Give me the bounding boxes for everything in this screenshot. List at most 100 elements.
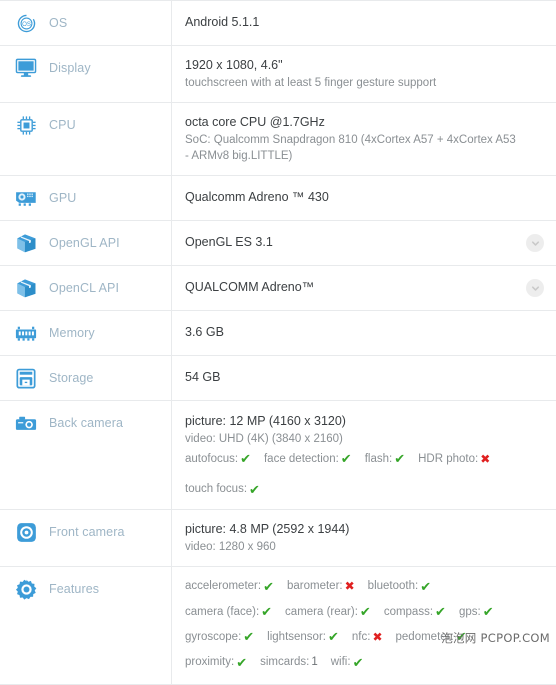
- feature-flag-label: gyroscope: [185, 630, 239, 643]
- memory-ram-icon: [15, 322, 37, 344]
- feature-flag-label: autofocus: [185, 453, 235, 465]
- feature-flag-value: ✔: [420, 578, 432, 594]
- feature-flag: compass: ✔: [384, 604, 446, 620]
- back-camera-flags: autofocus: ✔ face detection: ✔ flash: ✔ HDR ph…: [185, 451, 518, 467]
- feature-flag-separator: :: [339, 580, 343, 593]
- back-camera-icon: [15, 412, 37, 434]
- feature-flag-label: gps: [458, 605, 478, 618]
- feature-flag: nfc: ✖: [352, 629, 383, 645]
- chevron-down-icon[interactable]: [526, 234, 544, 252]
- feature-flag-line: camera (face): ✔ camera (rear): ✔ compass: ✔ g…: [185, 604, 518, 620]
- feature-flag-separator: :: [475, 453, 479, 465]
- spec-value-primary: 54 GB: [185, 370, 221, 384]
- spec-label-cell: Back camera: [0, 401, 172, 510]
- feature-flag-separator: :: [243, 483, 248, 496]
- feature-flag-line: proximity: ✔ simcards: 1 wifi: ✔: [185, 654, 518, 670]
- feature-flag: bluetooth: ✔: [368, 578, 431, 594]
- feature-flag-separator: :: [389, 453, 393, 465]
- feature-flag-separator: :: [255, 605, 260, 618]
- feature-flag-separator: :: [354, 605, 358, 618]
- feature-flag-value: ✔: [359, 604, 371, 620]
- spec-value-cell: octa core CPU @1.7GHz SoC: Qualcomm Snapd…: [172, 103, 556, 175]
- spec-value-secondary: video: 1280 x 960: [185, 541, 276, 554]
- feature-flag: proximity: ✔: [185, 654, 247, 670]
- display-monitor-icon: [15, 57, 37, 79]
- feature-flag-line: autofocus: ✔ face detection: ✔ flash: ✔ HDR ph…: [185, 451, 518, 467]
- feature-flag-value: ✔: [482, 604, 494, 620]
- api-box-icon: [15, 277, 37, 299]
- feature-flag-label: simcards: [260, 656, 307, 669]
- feature-flag-value: ✔: [394, 451, 406, 467]
- feature-flag-separator: :: [415, 580, 419, 593]
- spec-label: GPU: [49, 191, 77, 205]
- spec-value-primary: QUALCOMM Adreno™: [185, 280, 315, 294]
- spec-row-gpu: GPU Qualcomm Adreno ™ 430: [0, 176, 556, 221]
- feature-flag-label: wifi: [330, 656, 348, 669]
- spec-value-cell: Android 5.1.1: [172, 1, 556, 45]
- spec-label: Features: [49, 582, 100, 597]
- back-camera-flags-extra: touch focus: ✔: [185, 481, 518, 497]
- spec-value-primary: 3.6 GB: [185, 325, 224, 339]
- feature-flag: wifi: ✔: [331, 654, 364, 670]
- feature-flag-value: 1: [311, 656, 318, 669]
- spec-label: OS: [49, 16, 68, 30]
- feature-flag-separator: :: [231, 656, 235, 669]
- feature-flag: HDR photo: ✖: [418, 451, 490, 467]
- cpu-chip-icon: [15, 114, 37, 136]
- gpu-card-icon: [15, 187, 37, 209]
- feature-flag: gps: ✔: [459, 604, 494, 620]
- feature-flag-separator: :: [234, 453, 239, 465]
- feature-flag: camera (rear): ✔: [285, 604, 371, 620]
- os-icon: OS: [15, 12, 37, 34]
- feature-flag: lightsensor: ✔: [267, 629, 339, 645]
- spec-value-cell: 54 GB: [172, 356, 556, 400]
- spec-row-frontcam: Front camera picture: 4.8 MP (2592 x 1944…: [0, 510, 556, 568]
- spec-row-opencl: OpenCL API QUALCOMM Adreno™: [0, 266, 556, 311]
- feature-flag: gyroscope: ✔: [185, 629, 254, 645]
- spec-label: Memory: [49, 326, 95, 340]
- spec-row-features: Features accelerometer: ✔ barometer: ✖ blueto…: [0, 567, 556, 685]
- spec-label: OpenGL API: [49, 236, 120, 250]
- spec-label-cell: Display: [0, 46, 172, 102]
- spec-row-memory: Memory 3.6 GB: [0, 311, 556, 356]
- api-box-icon: [15, 232, 37, 254]
- spec-label: CPU: [49, 118, 76, 132]
- feature-flag-line: touch focus: ✔: [185, 481, 518, 497]
- spec-value-cell: picture: 12 MP (4160 x 3120) video: UHD (…: [172, 401, 556, 509]
- feature-flag-separator: :: [306, 656, 310, 669]
- feature-flag-separator: :: [347, 656, 351, 669]
- spec-value-primary: picture: 12 MP (4160 x 3120): [185, 414, 346, 428]
- spec-value-primary: octa core CPU @1.7GHz: [185, 115, 325, 129]
- feature-flag: touch focus: ✔: [185, 481, 260, 497]
- spec-value-cell: 1920 x 1080, 4.6" touchscreen with at lea…: [172, 46, 556, 102]
- feature-flag-value: ✔: [328, 629, 339, 645]
- feature-flag-separator: :: [477, 605, 481, 618]
- spec-value-primary: Qualcomm Adreno ™ 430: [185, 190, 329, 204]
- svg-text:OS: OS: [22, 20, 31, 27]
- feature-flag-value: ✖: [480, 451, 491, 466]
- feature-flag-label: compass: [383, 605, 430, 618]
- feature-flag-separator: :: [238, 630, 242, 643]
- spec-label: Back camera: [49, 416, 124, 430]
- spec-label-cell: Features: [0, 567, 172, 685]
- spec-row-display: Display 1920 x 1080, 4.6" touchscreen with…: [0, 46, 556, 103]
- chevron-down-icon[interactable]: [526, 279, 544, 297]
- spec-value-primary: OpenGL ES 3.1: [185, 235, 273, 249]
- spec-label-cell: OS OS: [0, 1, 172, 45]
- feature-flag-label: bluetooth: [367, 580, 415, 593]
- feature-flag-line: accelerometer: ✔ barometer: ✖ bluetooth: ✔: [185, 578, 518, 594]
- spec-row-cpu: CPU octa core CPU @1.7GHz SoC: Qualcomm Sn…: [0, 103, 556, 176]
- spec-row-backcam: Back camera picture: 12 MP (4160 x 3120) v…: [0, 401, 556, 511]
- spec-value-secondary: SoC: Qualcomm Snapdragon 810 (4xCortex A…: [185, 134, 516, 162]
- feature-flag-value: ✔: [240, 451, 251, 467]
- features-gear-icon: [15, 578, 37, 600]
- feature-flag-value: ✔: [261, 604, 273, 620]
- feature-flag-label: lightsensor: [267, 630, 323, 643]
- spec-row-opengl: OpenGL API OpenGL ES 3.1: [0, 221, 556, 266]
- feature-flag-separator: :: [322, 630, 326, 643]
- feature-flag: simcards: 1: [260, 654, 318, 670]
- site-watermark: 泡泡网 PCPOP.COM: [441, 631, 550, 645]
- spec-value-primary: picture: 4.8 MP (2592 x 1944): [185, 522, 350, 537]
- spec-label-cell: Storage: [0, 356, 172, 400]
- feature-flag: accelerometer: ✔: [185, 578, 274, 594]
